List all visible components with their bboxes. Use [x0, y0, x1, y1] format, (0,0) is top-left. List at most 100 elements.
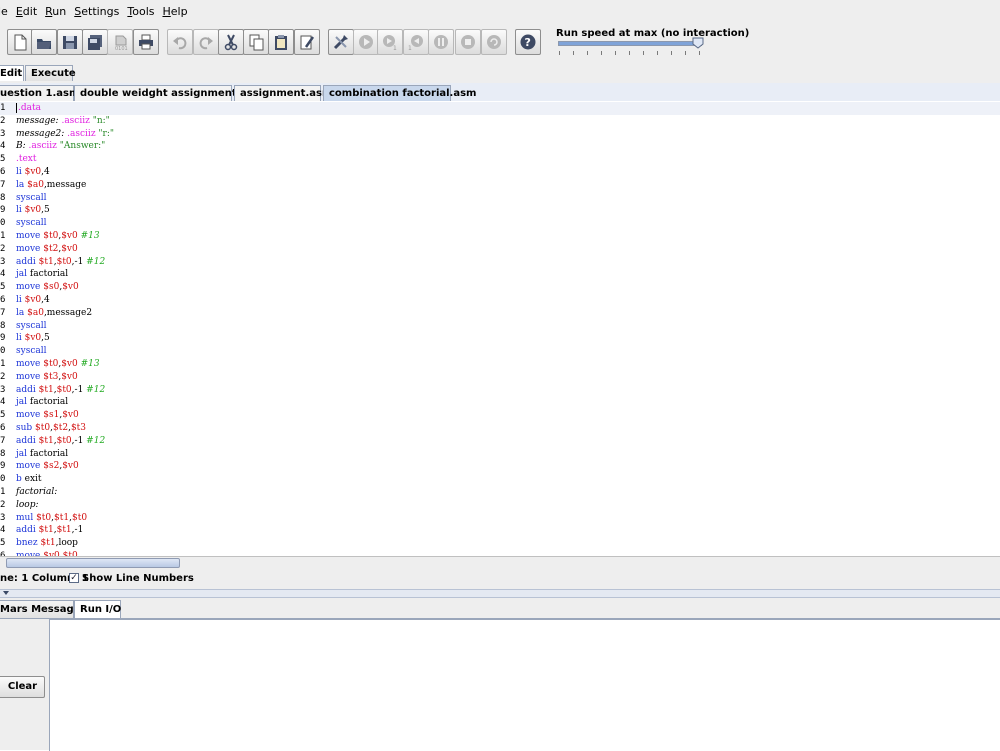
help-button[interactable]: ?: [515, 29, 541, 55]
code-token: .data: [18, 103, 41, 113]
menu-tools[interactable]: Tools: [127, 5, 154, 18]
tab-mode-2[interactable]: Execute: [25, 65, 76, 81]
code-text: move $s0,$v0: [16, 281, 79, 294]
show-line-numbers-checkbox[interactable]: ✓: [69, 573, 79, 583]
code-token: move: [16, 410, 44, 421]
menu-edit[interactable]: Edit: [16, 5, 37, 18]
menu-run[interactable]: Run: [45, 5, 66, 18]
code-token: addi: [16, 384, 39, 395]
code-line: 4 jal factorial: [0, 396, 1000, 409]
code-line: 2 loop:: [0, 499, 1000, 512]
tab-file-4[interactable]: combination factorial.asm: [323, 85, 476, 101]
line-number: 5: [0, 538, 6, 549]
clear-button[interactable]: Clear: [0, 676, 45, 698]
print-button[interactable]: [133, 29, 159, 55]
line-number: 6: [0, 294, 6, 305]
undo-button[interactable]: [167, 29, 193, 55]
open-folder-button[interactable]: [31, 29, 57, 55]
toolbar: 0101 1 1? Run speed at max (no interaction…: [0, 23, 1000, 64]
code-token: ,message: [43, 179, 87, 190]
code-token: li: [16, 205, 25, 216]
line-number: 4: [0, 525, 6, 536]
code-token: "r:": [98, 128, 115, 139]
dump-memory-button[interactable]: 0101: [107, 29, 133, 55]
code-token: $v0: [61, 243, 78, 254]
svg-text:?: ?: [525, 36, 531, 49]
code-token: $t1: [56, 525, 72, 536]
code-token: $s2: [43, 461, 60, 472]
code-token: addi: [16, 525, 39, 536]
code-token: move: [16, 461, 44, 472]
code-text: syscall: [16, 345, 47, 358]
new-file-button[interactable]: [7, 29, 33, 55]
pane-splitter[interactable]: [0, 589, 1000, 598]
code-token: li: [16, 294, 25, 305]
menu-help[interactable]: Help: [162, 5, 187, 18]
code-line: 3 mul $t0,$t1,$t0: [0, 512, 1000, 525]
menu-label-rest: dit: [22, 5, 38, 18]
menu-bar: le Edit Run Settings Tools Help: [0, 0, 1000, 24]
code-line: 9 li $v0,5: [0, 332, 1000, 345]
code-token: ,loop: [55, 538, 78, 549]
backstep-button[interactable]: 1: [403, 29, 429, 55]
code-text: addi $t1,$t0,-1 #12: [16, 435, 105, 448]
tab-file-1[interactable]: uestion 1.asm: [0, 85, 79, 101]
code-line: 7 la $a0,message2: [0, 307, 1000, 320]
speed-tick: [699, 51, 700, 55]
reset-button[interactable]: [481, 29, 507, 55]
tab-mode-1[interactable]: Edit: [0, 65, 24, 81]
collapse-arrow-icon[interactable]: [3, 591, 9, 595]
code-line: 5 .text: [0, 153, 1000, 166]
code-token: addi: [16, 256, 39, 267]
cut-button[interactable]: [218, 29, 244, 55]
assemble-button[interactable]: [328, 29, 354, 55]
run-button[interactable]: [353, 29, 379, 55]
code-token: B:: [16, 141, 29, 152]
line-number: 0: [0, 346, 6, 357]
redo-button[interactable]: [193, 29, 219, 55]
save-button[interactable]: [57, 29, 83, 55]
code-text: .text: [16, 153, 37, 166]
line-number: 9: [0, 333, 6, 344]
line-number: 5: [0, 154, 6, 165]
run-speed-slider[interactable]: [558, 41, 702, 46]
code-token: $v0: [24, 333, 42, 344]
editor-horizontal-scrollbar[interactable]: [0, 556, 1000, 570]
find-replace-button[interactable]: [294, 29, 320, 55]
menu-le[interactable]: le: [0, 5, 8, 18]
stop-button[interactable]: [455, 29, 481, 55]
code-text: li $v0,4: [16, 294, 50, 307]
code-token: $a0: [27, 179, 44, 190]
print-icon: [139, 34, 153, 50]
run-io-output[interactable]: [49, 619, 1000, 751]
code-token: $a0: [27, 307, 44, 318]
tab-file-3[interactable]: assignment.asm: [234, 85, 332, 101]
tab-messages-2[interactable]: Run I/O: [74, 600, 121, 618]
scrollbar-thumb[interactable]: [6, 558, 180, 568]
copy-button[interactable]: [243, 29, 269, 55]
tab-file-2[interactable]: double weidght assignment.asm: [74, 85, 264, 101]
pause-button[interactable]: [428, 29, 454, 55]
line-number: 4: [0, 141, 6, 152]
code-token: $t0: [56, 384, 72, 395]
paste-button[interactable]: [268, 29, 294, 55]
code-line: 3 message2: .asciiz "r:": [0, 128, 1000, 141]
run-speed-thumb[interactable]: [692, 37, 704, 49]
code-text: addi $t1,$t0,-1 #12: [16, 384, 105, 397]
code-line: 2 move $t3,$v0: [0, 371, 1000, 384]
save-all-button[interactable]: [82, 29, 108, 55]
tab-messages-1[interactable]: Mars Messages: [0, 600, 86, 618]
code-token: sub: [16, 422, 36, 433]
code-token: $t0: [35, 422, 51, 433]
code-editor[interactable]: 1 .data 2 message: .asciiz "n:" 3 message2: .…: [0, 101, 1000, 556]
menu-settings[interactable]: Settings: [74, 5, 119, 18]
code-token: $t1: [38, 435, 54, 446]
line-number: 6: [0, 166, 6, 177]
code-line: 4 addi $t1,$t1,-1: [0, 524, 1000, 537]
line-number: 3: [0, 256, 6, 267]
step-icon: 1: [383, 35, 397, 51]
code-text: move $s2,$v0: [16, 460, 79, 473]
menu-label-rest: un: [52, 5, 67, 18]
code-line: 3 addi $t1,$t0,-1 #12: [0, 384, 1000, 397]
step-button[interactable]: 1: [377, 29, 403, 55]
